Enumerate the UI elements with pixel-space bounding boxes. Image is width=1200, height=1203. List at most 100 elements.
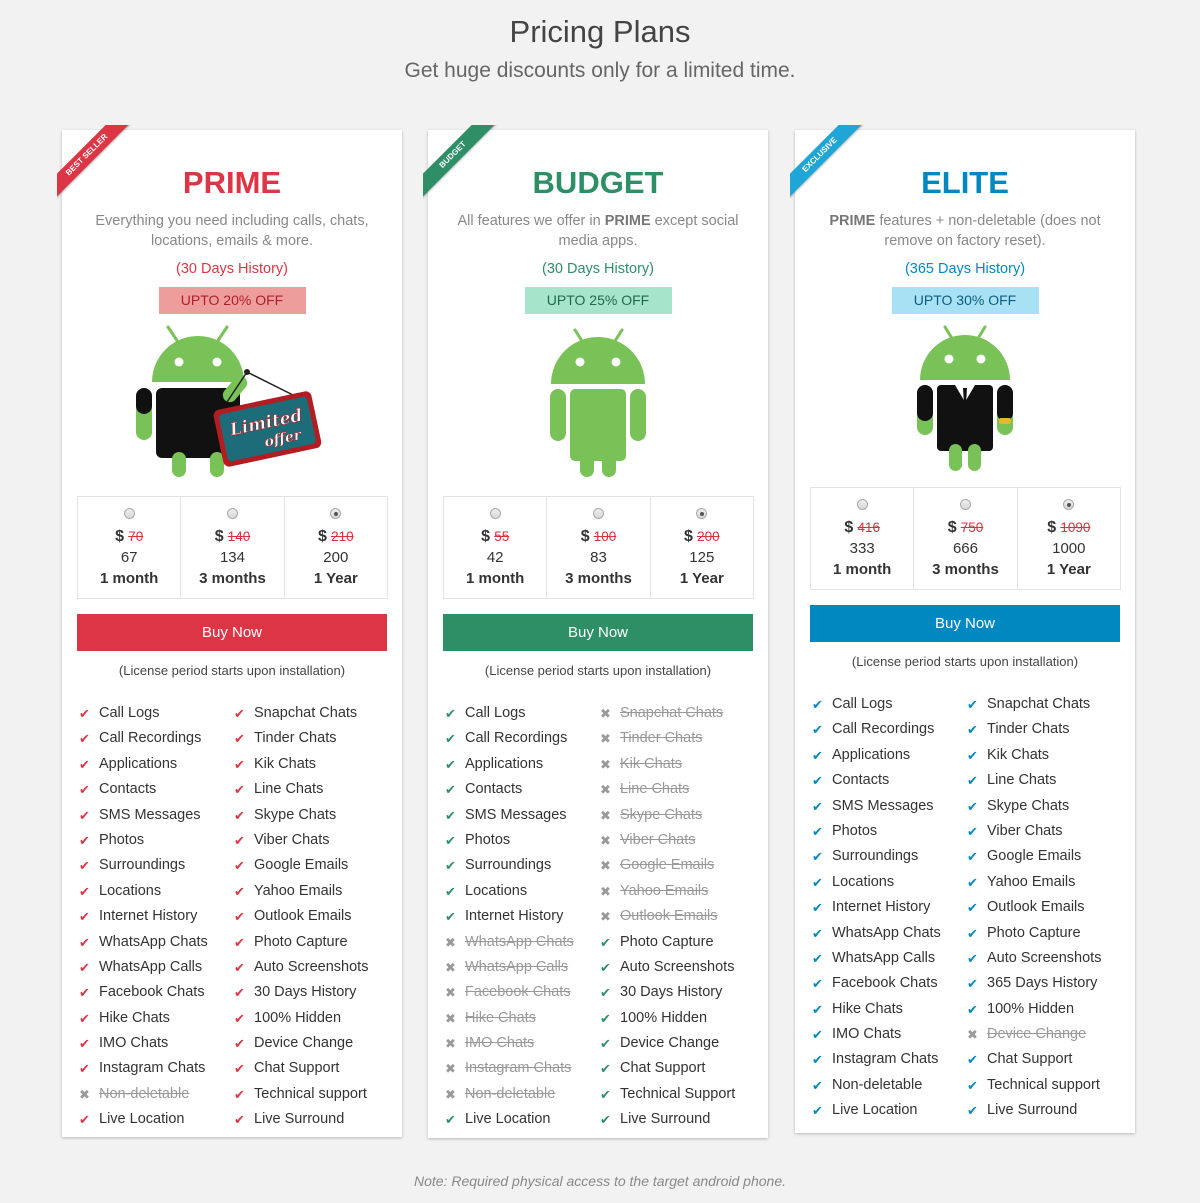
- feature-label: Line Chats: [987, 772, 1057, 789]
- check-icon: ✔: [234, 807, 245, 823]
- feature-label: Live Location: [832, 1102, 918, 1119]
- billing-period: 1 month: [99, 570, 159, 587]
- feature-item: ✔ Contacts: [812, 768, 967, 793]
- buy-now-button[interactable]: Buy Now: [810, 605, 1120, 642]
- check-icon: ✔: [812, 1027, 823, 1043]
- feature-item: ✔ Live Surround: [234, 1107, 389, 1132]
- feature-item: ✔ Call Logs: [812, 692, 967, 717]
- billing-option-1-month[interactable]: $ 416 333 1 month: [810, 487, 915, 590]
- feature-item: ✖ WhatsApp Chats: [445, 930, 600, 955]
- check-icon: ✔: [445, 832, 456, 848]
- feature-label: Call Recordings: [832, 721, 935, 738]
- currency-symbol: $: [844, 519, 854, 536]
- billing-period: 1 Year: [679, 570, 724, 587]
- feature-label: Internet History: [832, 899, 931, 916]
- feature-label: Live Location: [99, 1111, 185, 1128]
- check-icon: ✔: [967, 925, 978, 941]
- feature-item: ✔ Internet History: [79, 904, 234, 929]
- feature-item: ✔ Applications: [445, 752, 600, 777]
- billing-options: $ 70 67 1 month $ 140 134 3 months $ 210…: [77, 496, 388, 599]
- check-icon: ✔: [79, 883, 90, 899]
- billing-option-1-year[interactable]: $ 1090 1000 1 Year: [1016, 487, 1121, 590]
- discount-badge: UPTO 25% OFF: [524, 287, 672, 314]
- currency-symbol: $: [481, 528, 491, 545]
- check-icon: ✔: [600, 1061, 611, 1077]
- check-icon: ✔: [600, 959, 611, 975]
- check-icon: ✔: [967, 976, 978, 992]
- check-icon: ✔: [967, 1077, 978, 1093]
- feature-item: ✔ Chat Support: [600, 1056, 755, 1081]
- billing-option-3-months[interactable]: $ 140 134 3 months: [180, 496, 285, 599]
- feature-item: ✔ Auto Screenshots: [967, 946, 1122, 971]
- feature-item: ✔ Internet History: [445, 904, 600, 929]
- billing-option-1-year[interactable]: $ 200 125 1 Year: [649, 496, 754, 599]
- feature-list: ✔ Call Logs ✔ Call Recordings ✔ Applications ✔…: [812, 692, 1135, 1124]
- feature-label: Surroundings: [465, 857, 552, 874]
- ribbon-label: Exclusive: [790, 125, 869, 204]
- billing-option-1-month[interactable]: $ 70 67 1 month: [77, 496, 182, 599]
- feature-item: ✔ Photo Capture: [234, 930, 389, 955]
- buy-now-button[interactable]: Buy Now: [443, 614, 753, 651]
- strikethrough-price: 100: [593, 529, 617, 544]
- plan-description-text: Everything you need including calls, cha…: [95, 213, 369, 249]
- check-icon: ✔: [812, 798, 823, 814]
- billing-option-3-months[interactable]: $ 100 83 3 months: [546, 496, 651, 599]
- check-icon: ✔: [967, 747, 978, 763]
- feature-item: ✔ Kik Chats: [234, 752, 389, 777]
- check-icon: ✔: [812, 823, 823, 839]
- license-note: (License period starts upon installation…: [851, 654, 1079, 669]
- feature-label: Snapchat Chats: [987, 696, 1091, 712]
- feature-item: ✔ Instagram Chats: [812, 1047, 967, 1072]
- feature-label: Surroundings: [832, 848, 919, 865]
- billing-period: 1 Year: [313, 570, 358, 587]
- feature-label: WhatsApp Calls: [99, 958, 203, 975]
- feature-label: WhatsApp Chats: [465, 933, 574, 950]
- original-price: $ 416: [811, 518, 913, 538]
- radio-button[interactable]: [959, 499, 971, 510]
- buy-now-button[interactable]: Buy Now: [77, 614, 387, 651]
- feature-label: Photos: [465, 831, 511, 848]
- feature-item: ✔ Call Recordings: [445, 726, 600, 751]
- radio-button[interactable]: [856, 499, 868, 510]
- plan-card-prime: Best Seller PRIME Everything you need in…: [57, 125, 402, 1137]
- feature-column-right: ✔ Snapchat Chats ✔ Tinder Chats ✔ Kik Chats ✔ L…: [967, 692, 1122, 1124]
- billing-period: 3 months: [565, 570, 632, 587]
- radio-button[interactable]: [226, 508, 238, 519]
- radio-button[interactable]: [696, 508, 708, 519]
- feature-item: ✔ Call Recordings: [812, 717, 967, 742]
- check-icon: ✔: [445, 807, 456, 823]
- check-icon: ✔: [234, 1036, 245, 1052]
- radio-button[interactable]: [1063, 499, 1075, 510]
- billing-period: 1 month: [832, 561, 892, 578]
- plan-description-bold: PRIME: [829, 213, 876, 229]
- feature-column-left: ✔ Call Logs ✔ Call Recordings ✔ Applications ✔…: [812, 692, 967, 1124]
- feature-label: Instagram Chats: [99, 1060, 206, 1077]
- android-mascot-icon: Limited offer: [136, 325, 322, 477]
- check-icon: ✔: [445, 706, 456, 721]
- feature-item: ✔ SMS Messages: [79, 803, 234, 828]
- check-icon: ✔: [600, 1086, 611, 1102]
- times-icon: ✖: [600, 706, 611, 721]
- feature-item: ✖ Tinder Chats: [600, 726, 755, 751]
- radio-button[interactable]: [330, 508, 342, 519]
- billing-options: $ 416 333 1 month $ 750 666 3 months $ 1…: [810, 487, 1121, 590]
- feature-label: Google Emails: [254, 857, 349, 874]
- discounted-price: 134: [219, 549, 245, 566]
- feature-label: Photo Capture: [987, 924, 1081, 941]
- feature-label: WhatsApp Chats: [832, 924, 941, 941]
- feature-label: Line Chats: [254, 781, 324, 798]
- feature-label: 100% Hidden: [987, 1000, 1075, 1017]
- check-icon: ✔: [967, 849, 978, 865]
- feature-item: ✔ Skype Chats: [234, 803, 389, 828]
- radio-button[interactable]: [592, 508, 604, 519]
- feature-item: ✖ Line Chats: [600, 777, 755, 802]
- license-note: (License period starts upon installation…: [118, 663, 346, 678]
- billing-option-1-year[interactable]: $ 210 200 1 Year: [283, 496, 388, 599]
- feature-label: Instagram Chats: [832, 1051, 939, 1068]
- billing-option-3-months[interactable]: $ 750 666 3 months: [913, 487, 1018, 590]
- feature-label: Viber Chats: [987, 822, 1063, 839]
- radio-button[interactable]: [123, 508, 135, 519]
- radio-button[interactable]: [489, 508, 501, 519]
- check-icon: ✔: [812, 874, 823, 890]
- billing-option-1-month[interactable]: $ 55 42 1 month: [443, 496, 548, 599]
